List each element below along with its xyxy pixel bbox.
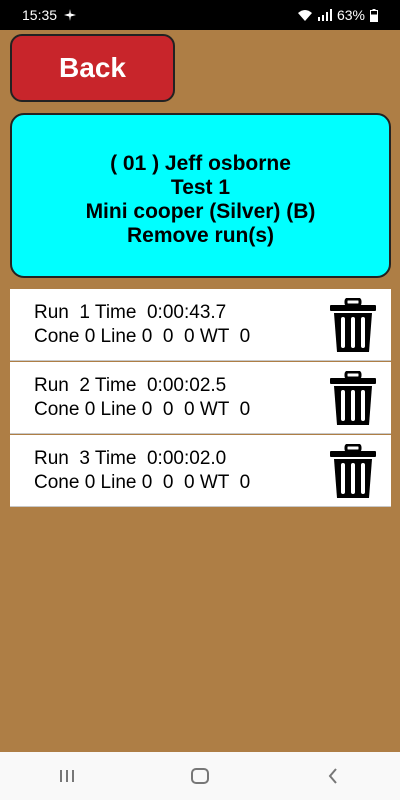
- wifi-icon: [297, 9, 313, 22]
- status-bar: 15:35 63%: [0, 0, 400, 30]
- run-time-line: Run 2 Time 0:00:02.5: [34, 375, 227, 396]
- nav-back-button[interactable]: [303, 756, 363, 796]
- system-nav-bar: [0, 752, 400, 800]
- trash-icon: [330, 370, 376, 425]
- run-row: Run 2 Time 0:00:02.5 Cone 0 Line 0 0 0 W…: [10, 362, 391, 434]
- action-label: Remove run(s): [126, 223, 275, 247]
- recents-button[interactable]: [37, 756, 97, 796]
- home-icon: [190, 768, 209, 784]
- trash-icon: [330, 443, 376, 498]
- back-button-label: Back: [59, 52, 126, 83]
- airplane-icon: [63, 8, 77, 22]
- run-details: Run 3 Time 0:00:02.0 Cone 0 Line 0 0 0 W…: [34, 447, 250, 495]
- run-row: Run 1 Time 0:00:43.7 Cone 0 Line 0 0 0 W…: [10, 289, 391, 361]
- run-time-line: Run 3 Time 0:00:02.0: [34, 448, 227, 469]
- test-label: Test 1: [170, 175, 231, 199]
- delete-run-button[interactable]: [329, 443, 377, 500]
- driver-label: ( 01 ) Jeff osborne: [110, 151, 291, 175]
- status-right: 63%: [297, 7, 378, 23]
- home-button[interactable]: [170, 756, 230, 796]
- trash-icon: [330, 297, 376, 352]
- run-details: Run 2 Time 0:00:02.5 Cone 0 Line 0 0 0 W…: [34, 374, 250, 422]
- run-penalty-line: Cone 0 Line 0 0 0 WT 0: [34, 399, 251, 420]
- delete-run-button[interactable]: [329, 370, 377, 427]
- run-time-line: Run 1 Time 0:00:43.7: [34, 302, 227, 323]
- run-penalty-line: Cone 0 Line 0 0 0 WT 0: [34, 472, 251, 493]
- delete-run-button[interactable]: [329, 297, 377, 354]
- run-row: Run 3 Time 0:00:02.0 Cone 0 Line 0 0 0 W…: [10, 435, 391, 507]
- signal-icon: [317, 9, 332, 21]
- run-details: Run 1 Time 0:00:43.7 Cone 0 Line 0 0 0 W…: [34, 301, 250, 349]
- battery-percent: 63%: [336, 7, 365, 23]
- run-list: Run 1 Time 0:00:43.7 Cone 0 Line 0 0 0 W…: [10, 289, 391, 507]
- recents-icon: [59, 770, 74, 782]
- status-left: 15:35: [22, 7, 77, 23]
- back-button[interactable]: Back: [10, 34, 175, 102]
- battery-icon: [370, 8, 378, 22]
- run-penalty-line: Cone 0 Line 0 0 0 WT 0: [34, 326, 251, 347]
- back-icon: [328, 768, 338, 784]
- car-label: Mini cooper (Silver) (B): [85, 199, 316, 223]
- status-time: 15:35: [22, 7, 58, 23]
- run-info-card: ( 01 ) Jeff osborne Test 1 Mini cooper (…: [10, 113, 391, 278]
